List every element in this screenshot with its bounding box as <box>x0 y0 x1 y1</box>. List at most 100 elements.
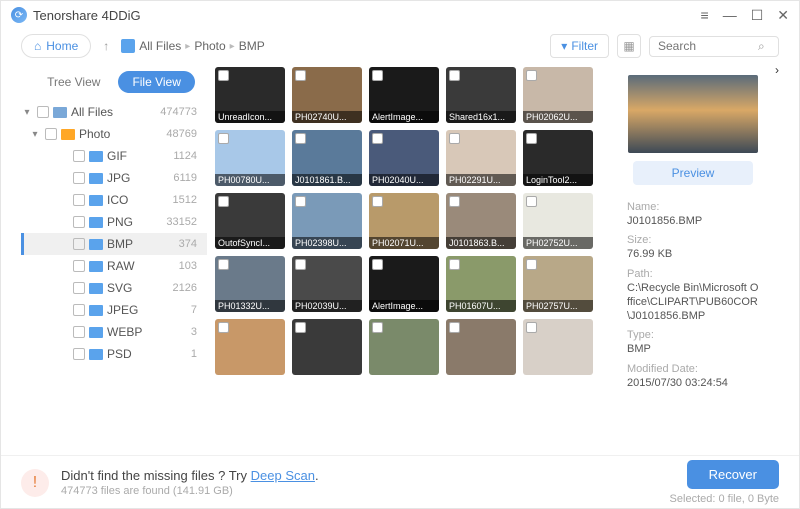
thumbnail[interactable] <box>215 319 285 375</box>
thumbnail[interactable]: PH02062U... <box>523 67 593 123</box>
thumb-checkbox[interactable] <box>295 133 306 144</box>
recover-button[interactable]: Recover <box>687 460 779 489</box>
thumbnail[interactable]: UnreadIcon... <box>215 67 285 123</box>
thumb-checkbox[interactable] <box>372 259 383 270</box>
tree-row-jpeg[interactable]: JPEG7 <box>21 299 207 321</box>
thumb-checkbox[interactable] <box>218 133 229 144</box>
thumbnail[interactable]: J0101863.B... <box>446 193 516 249</box>
thumbnail[interactable] <box>369 319 439 375</box>
thumb-checkbox[interactable] <box>218 70 229 81</box>
checkbox[interactable] <box>73 172 85 184</box>
tree-row-raw[interactable]: RAW103 <box>21 255 207 277</box>
thumbnail[interactable]: Shared16x1... <box>446 67 516 123</box>
thumb-checkbox[interactable] <box>372 70 383 81</box>
thumbnail[interactable]: PH01332U... <box>215 256 285 312</box>
thumbnail[interactable]: AlertImage... <box>369 256 439 312</box>
crumb-2[interactable]: BMP <box>239 39 265 53</box>
thumbnail[interactable]: AlertImage... <box>369 67 439 123</box>
close-icon[interactable]: ✕ <box>777 7 789 24</box>
up-icon[interactable]: ↑ <box>101 39 111 53</box>
thumb-checkbox[interactable] <box>372 133 383 144</box>
thumbnail[interactable]: PH01607U... <box>446 256 516 312</box>
tree-row-webp[interactable]: WEBP3 <box>21 321 207 343</box>
tree-row-all-files[interactable]: ▾All Files474773 <box>21 101 207 123</box>
thumbnail[interactable]: PH02398U... <box>292 193 362 249</box>
thumbnail[interactable]: J0101861.B... <box>292 130 362 186</box>
deep-scan-link[interactable]: Deep Scan <box>251 468 315 483</box>
thumb-checkbox[interactable] <box>449 133 460 144</box>
expand-icon[interactable]: ▾ <box>21 107 33 118</box>
thumbnail[interactable]: PH02752U... <box>523 193 593 249</box>
expand-icon[interactable]: ▾ <box>29 129 41 140</box>
thumbnail[interactable]: LoginTool2... <box>523 130 593 186</box>
preview-button[interactable]: Preview <box>633 161 753 185</box>
checkbox[interactable] <box>73 348 85 360</box>
thumb-checkbox[interactable] <box>295 196 306 207</box>
thumbnail[interactable]: PH02757U... <box>523 256 593 312</box>
tree-row-png[interactable]: PNG33152 <box>21 211 207 233</box>
meta-date: 2015/07/30 03:24:54 <box>627 376 759 390</box>
tab-file-view[interactable]: File View <box>118 71 194 93</box>
checkbox[interactable] <box>73 282 85 294</box>
thumb-checkbox[interactable] <box>295 70 306 81</box>
checkbox[interactable] <box>73 326 85 338</box>
thumb-checkbox[interactable] <box>218 322 229 333</box>
thumbnail[interactable] <box>523 319 593 375</box>
checkbox[interactable] <box>73 238 85 250</box>
thumb-checkbox[interactable] <box>295 322 306 333</box>
crumb-1[interactable]: Photo <box>194 39 225 53</box>
thumb-checkbox[interactable] <box>526 70 537 81</box>
tree-row-psd[interactable]: PSD1 <box>21 343 207 365</box>
tree-count: 6119 <box>173 172 197 184</box>
minimize-icon[interactable]: — <box>723 7 737 24</box>
menu-icon[interactable]: ≡ <box>701 7 709 24</box>
checkbox[interactable] <box>73 216 85 228</box>
checkbox[interactable] <box>45 128 57 140</box>
thumbnail[interactable]: PH00780U... <box>215 130 285 186</box>
grid-view-button[interactable]: ▦ <box>617 34 641 58</box>
tree-row-gif[interactable]: GIF1124 <box>21 145 207 167</box>
crumb-0[interactable]: All Files <box>139 39 181 53</box>
thumbnail[interactable]: OutofSyncI... <box>215 193 285 249</box>
thumb-checkbox[interactable] <box>526 322 537 333</box>
tree-row-jpg[interactable]: JPG6119 <box>21 167 207 189</box>
search-box[interactable]: ⌕ <box>649 36 779 57</box>
thumb-checkbox[interactable] <box>449 259 460 270</box>
checkbox[interactable] <box>37 106 49 118</box>
checkbox[interactable] <box>73 304 85 316</box>
search-input[interactable] <box>658 39 758 53</box>
tree-count: 2126 <box>173 282 197 294</box>
thumb-checkbox[interactable] <box>526 133 537 144</box>
thumbnail[interactable]: PH02071U... <box>369 193 439 249</box>
tree-row-svg[interactable]: SVG2126 <box>21 277 207 299</box>
thumbnail[interactable] <box>292 319 362 375</box>
checkbox[interactable] <box>73 194 85 206</box>
thumbnail[interactable] <box>446 319 516 375</box>
tree-row-bmp[interactable]: BMP374 <box>21 233 207 255</box>
thumb-checkbox[interactable] <box>295 259 306 270</box>
checkbox[interactable] <box>73 260 85 272</box>
tree-row-photo[interactable]: ▾Photo48769 <box>21 123 207 145</box>
thumb-checkbox[interactable] <box>526 196 537 207</box>
thumb-checkbox[interactable] <box>372 322 383 333</box>
thumbnail[interactable]: PH02040U... <box>369 130 439 186</box>
thumb-checkbox[interactable] <box>449 322 460 333</box>
thumbnail[interactable]: PH02740U... <box>292 67 362 123</box>
maximize-icon[interactable]: ☐ <box>751 7 764 24</box>
filter-button[interactable]: ▾ Filter <box>550 34 609 58</box>
checkbox[interactable] <box>73 150 85 162</box>
thumb-checkbox[interactable] <box>218 259 229 270</box>
thumbnail[interactable]: PH02291U... <box>446 130 516 186</box>
home-button[interactable]: ⌂ Home <box>21 34 91 58</box>
tree-row-ico[interactable]: ICO1512 <box>21 189 207 211</box>
thumbnail[interactable]: PH02039U... <box>292 256 362 312</box>
thumb-checkbox[interactable] <box>449 70 460 81</box>
thumb-checkbox[interactable] <box>526 259 537 270</box>
thumb-checkbox[interactable] <box>218 196 229 207</box>
home-icon: ⌂ <box>34 39 41 53</box>
thumb-checkbox[interactable] <box>449 196 460 207</box>
meta-path: C:\Recycle Bin\Microsoft Office\CLIPART\… <box>627 281 759 324</box>
tab-tree-view[interactable]: Tree View <box>33 71 114 93</box>
thumb-checkbox[interactable] <box>372 196 383 207</box>
next-button[interactable]: › <box>775 63 779 455</box>
